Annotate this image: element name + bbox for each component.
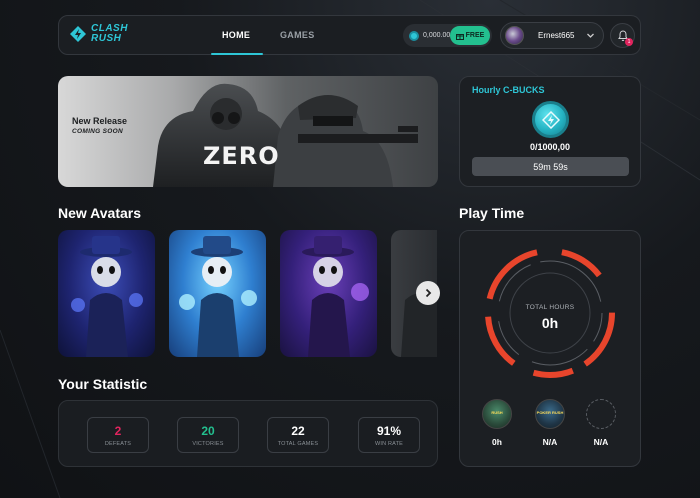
game-logo-text: RUSH	[491, 410, 503, 415]
stat-value: 91%	[376, 423, 402, 438]
statistics-panel: 2 DEFEATS 20 VICTORIES 22 TOTAL GAMES 91…	[58, 400, 438, 467]
hourly-count: 0/1000,00	[529, 142, 571, 152]
game-clash-rush-icon[interactable]: RUSH	[482, 399, 512, 429]
next-avatar-button[interactable]	[416, 281, 440, 305]
section-title-play-time: Play Time	[459, 205, 525, 221]
bolt-icon	[541, 110, 560, 129]
stat-victories: 20 VICTORIES	[177, 417, 239, 453]
chevron-right-icon	[425, 288, 432, 298]
avatar-light-blue-mage-icon	[179, 236, 257, 357]
game-playtime: N/A	[542, 437, 558, 447]
top-nav: CLASH RUSH HOME GAMES 0,000.00 FREE Erne…	[58, 15, 641, 55]
nav-games[interactable]: GAMES	[280, 30, 315, 40]
stat-label: TOTAL GAMES	[277, 440, 319, 447]
game-empty-slot-icon	[586, 399, 616, 429]
stat-defeats: 2 DEFEATS	[87, 417, 149, 453]
hero-subtitle: New Release	[72, 116, 128, 126]
avatar	[505, 26, 524, 45]
game-poker-rush-icon[interactable]: POKER RUSH	[535, 399, 565, 429]
stat-label: VICTORIES	[192, 440, 224, 447]
balance-pill: 0,000.00 FREE	[403, 24, 492, 47]
clash-rush-logo[interactable]: CLASH RUSH	[69, 24, 128, 44]
logo-line2: RUSH	[91, 33, 122, 44]
stat-value: 20	[201, 423, 215, 438]
hourly-timer[interactable]: 59m 59s	[472, 157, 629, 176]
stat-label: DEFEATS	[104, 440, 132, 447]
avatar-card[interactable]	[169, 230, 266, 357]
game-playtime: N/A	[593, 437, 609, 447]
avatar-card[interactable]	[280, 230, 377, 357]
notification-badge: 1	[625, 38, 633, 46]
total-hours-value: 0h	[541, 315, 559, 331]
coin-icon	[409, 30, 419, 41]
chevron-down-icon	[587, 33, 594, 38]
hourly-cbucks-card: Hourly C-BUCKS 0/1000,00 59m 59s	[459, 76, 641, 187]
section-title-stats: Your Statistic	[58, 376, 148, 392]
logo-icon	[70, 26, 86, 42]
stat-win-rate: 91% WIN RATE	[358, 417, 420, 453]
avatar-card[interactable]	[58, 230, 155, 357]
total-hours-label: TOTAL HOURS	[525, 304, 575, 311]
play-time-panel: TOTAL HOURS 0h RUSH POKER RUSH 0h N/A N/…	[459, 230, 641, 467]
notifications-button[interactable]: 1	[610, 23, 635, 48]
game-playtime: 0h	[492, 437, 502, 447]
avatar-blue-mage-icon	[71, 236, 143, 357]
free-button[interactable]: FREE	[450, 26, 490, 45]
hero-coming-soon: COMING SOON	[72, 128, 123, 135]
stat-total-games: 22 TOTAL GAMES	[267, 417, 329, 453]
username: Ernest665	[538, 31, 575, 40]
game-logo-text: POKER RUSH	[536, 410, 564, 415]
nav-home-underline	[211, 53, 263, 55]
hourly-title: Hourly C-BUCKS	[472, 85, 545, 95]
gift-icon	[455, 33, 464, 40]
user-menu[interactable]: Ernest665	[500, 22, 604, 49]
balance-value: 0,000.00	[423, 32, 451, 39]
playtime-ring	[485, 248, 615, 378]
stat-label: WIN RATE	[374, 440, 404, 447]
hero-banner[interactable]: New Release COMING SOON ZERO	[58, 76, 438, 187]
section-title-avatars: New Avatars	[58, 205, 142, 221]
stat-value: 2	[114, 423, 122, 438]
stat-value: 22	[291, 423, 305, 438]
hero-title: ZERO	[203, 142, 280, 170]
nav-home[interactable]: HOME	[222, 30, 250, 40]
free-label: FREE	[465, 32, 485, 39]
avatar-purple-mage-icon	[302, 236, 369, 357]
cbucks-coin-icon	[532, 101, 569, 138]
